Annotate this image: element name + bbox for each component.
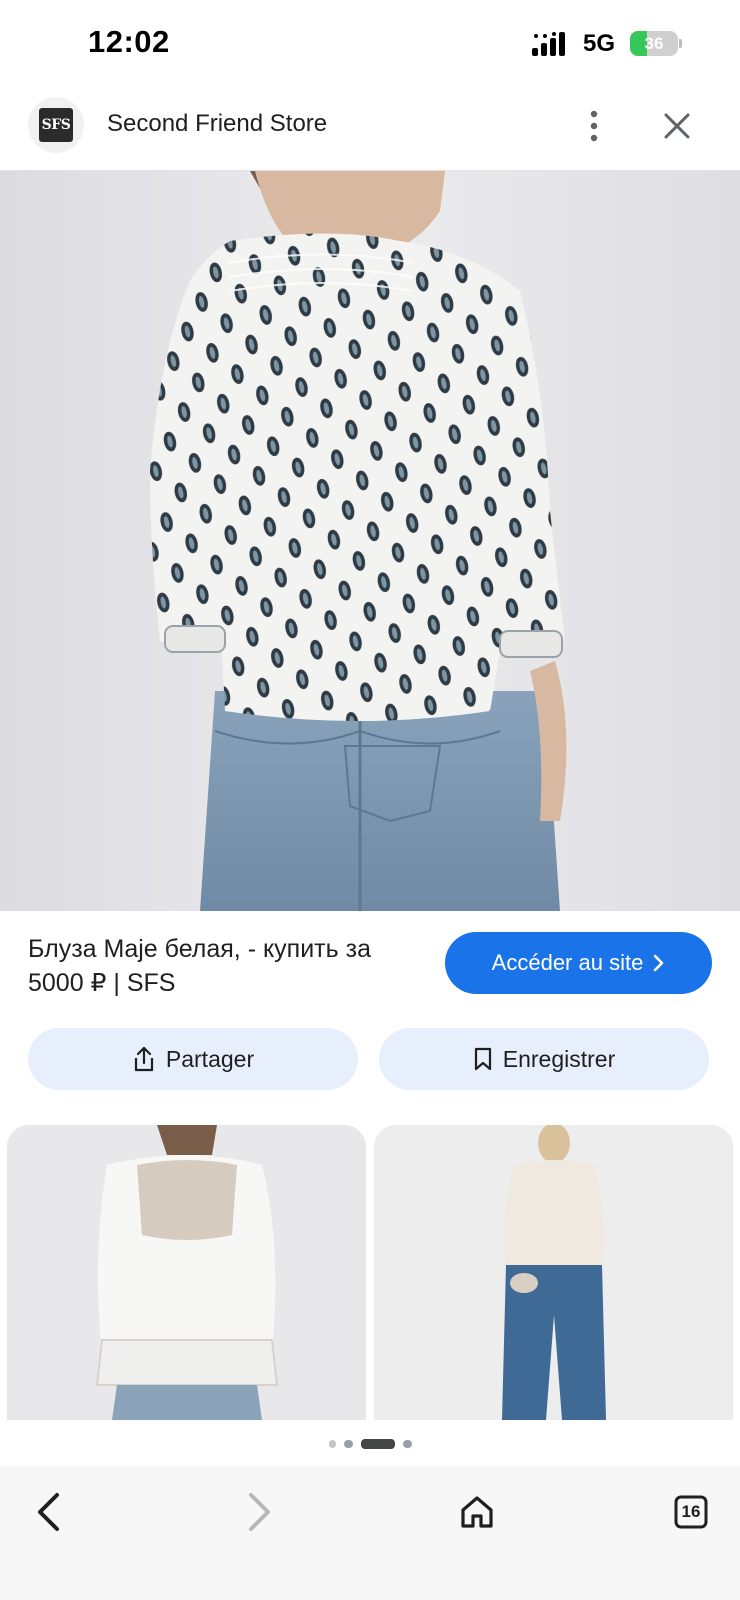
pager-dot [328, 1440, 336, 1448]
tabs-button[interactable]: 16 [661, 1482, 721, 1542]
network-type: 5G [583, 30, 616, 57]
pager-dot [343, 1440, 353, 1448]
home-button[interactable] [447, 1482, 507, 1542]
store-logo[interactable]: SFS [28, 97, 84, 153]
share-label: Partager [165, 1045, 255, 1072]
pager-dot-active [360, 1439, 395, 1449]
related-image-card[interactable] [7, 1125, 366, 1420]
status-bar: 12:02 5G 36 [0, 0, 740, 88]
forward-button[interactable] [230, 1482, 290, 1542]
tabs-count: 16 [681, 1502, 701, 1521]
status-time: 12:02 [88, 24, 170, 59]
bookmark-icon [474, 1047, 491, 1071]
result-title[interactable]: Блуза Maje белая, - купить за 5000 ₽ | S… [28, 932, 418, 1000]
product-photo [0, 171, 740, 911]
store-logo-text: SFS [39, 108, 73, 142]
product-image[interactable] [0, 171, 740, 911]
more-options-button[interactable] [574, 104, 614, 148]
related-image-card[interactable] [374, 1125, 733, 1420]
close-icon [664, 113, 690, 139]
more-vert-icon [590, 110, 598, 142]
share-button[interactable]: Partager [28, 1028, 358, 1090]
back-button[interactable] [18, 1482, 78, 1542]
close-button[interactable] [655, 104, 699, 148]
save-button[interactable]: Enregistrer [379, 1028, 709, 1090]
battery-icon: 36 [630, 31, 682, 56]
visit-site-label: Accéder au site [491, 950, 644, 975]
visit-site-button[interactable]: Accéder au site [445, 932, 712, 994]
result-header: SFS Second Friend Store [0, 88, 740, 171]
chevron-right-icon [654, 954, 664, 972]
forward-arrow-icon [249, 1493, 270, 1531]
home-icon [461, 1496, 493, 1528]
related-photo [7, 1125, 366, 1420]
signal-icon [532, 32, 565, 56]
related-photo [374, 1125, 733, 1420]
store-name[interactable]: Second Friend Store [107, 110, 327, 138]
back-arrow-icon [38, 1493, 59, 1531]
battery-level: 36 [644, 34, 664, 53]
bottom-navigation: 16 [0, 1466, 740, 1600]
tabs-icon: 16 [674, 1495, 708, 1529]
save-label: Enregistrer [502, 1045, 616, 1072]
carousel-pager [0, 1420, 740, 1466]
pager-dot [402, 1440, 412, 1448]
share-icon [134, 1046, 153, 1072]
